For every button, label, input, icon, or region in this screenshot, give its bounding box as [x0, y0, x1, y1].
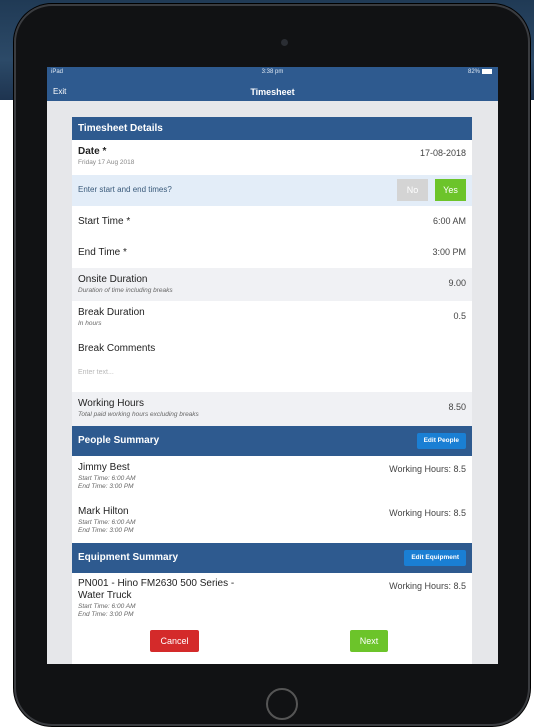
timesheet-card: Timesheet Details Date * Friday 17 Aug 2…: [72, 117, 472, 664]
working-hours-value: 8.50: [448, 402, 466, 412]
person-start-time: Start Time: 6:00 AM: [78, 475, 136, 482]
date-value: 17-08-2018: [419, 148, 466, 158]
page-title: Timesheet: [250, 87, 295, 97]
equipment-working-hours: Working Hours: 8.5: [389, 581, 466, 591]
break-duration-row[interactable]: Break Duration In hours 0.5: [72, 301, 472, 334]
equipment-name-line2: Water Truck: [78, 590, 132, 601]
end-time-label: End Time *: [78, 247, 127, 258]
person-end-time: End Time: 3:00 PM: [78, 527, 134, 534]
person-name: Mark Hilton: [78, 506, 129, 517]
next-button[interactable]: Next: [350, 630, 388, 652]
edit-equipment-button[interactable]: Edit Equipment: [404, 550, 466, 566]
cancel-button[interactable]: Cancel: [150, 630, 199, 652]
section-title: Equipment Summary: [78, 552, 179, 563]
onsite-duration-hint: Duration of time including breaks: [78, 287, 173, 294]
break-duration-label: Break Duration: [78, 307, 145, 318]
navigation-bar: iPad 3:38 pm 82% Exit Timesheet: [47, 67, 498, 101]
equipment-start-time: Start Time: 6:00 AM: [78, 603, 136, 610]
person-row[interactable]: Jimmy Best Start Time: 6:00 AM End Time:…: [72, 456, 472, 498]
onsite-duration-row: Onsite Duration Duration of time includi…: [72, 268, 472, 301]
person-row[interactable]: Mark Hilton Start Time: 6:00 AM End Time…: [72, 498, 472, 543]
equipment-name: PN001 - Hino FM2630 500 Series -: [78, 578, 235, 589]
section-title: People Summary: [78, 435, 160, 446]
person-working-hours: Working Hours: 8.5: [389, 464, 466, 474]
person-working-hours: Working Hours: 8.5: [389, 508, 466, 518]
end-time-value: 3:00 PM: [432, 247, 466, 257]
section-title: Timesheet Details: [78, 123, 163, 134]
working-hours-row: Working Hours Total paid working hours e…: [72, 392, 472, 426]
section-header-details: Timesheet Details: [72, 117, 472, 140]
yes-button[interactable]: Yes: [435, 179, 466, 201]
battery-indicator: 82%: [468, 69, 492, 75]
enter-times-row: Enter start and end times? No Yes: [72, 175, 472, 206]
onsite-duration-value: 9.00: [448, 278, 466, 288]
no-label: No: [406, 185, 419, 195]
front-camera: [281, 39, 288, 46]
person-start-time: Start Time: 6:00 AM: [78, 519, 136, 526]
onsite-duration-label: Onsite Duration: [78, 274, 148, 285]
status-bar: iPad 3:38 pm 82%: [47, 67, 498, 79]
section-header-equipment: Equipment Summary Edit Equipment: [72, 543, 472, 573]
equipment-row[interactable]: PN001 - Hino FM2630 500 Series - Water T…: [72, 573, 472, 625]
break-comments-row: Break Comments Enter text...: [72, 334, 472, 392]
enter-times-question: Enter start and end times?: [78, 185, 172, 194]
battery-percent: 82%: [467, 69, 480, 76]
break-duration-hint: In hours: [78, 320, 102, 327]
break-comments-input[interactable]: Enter text...: [78, 369, 114, 376]
home-button[interactable]: [266, 688, 298, 720]
edit-people-button[interactable]: Edit People: [416, 433, 466, 449]
break-comments-label: Break Comments: [78, 343, 156, 354]
app-screen: iPad 3:38 pm 82% Exit Timesheet Timeshee…: [47, 67, 498, 664]
working-hours-hint: Total paid working hours excluding break…: [78, 411, 199, 418]
start-time-label: Start Time *: [78, 216, 131, 227]
date-weekday: Friday 17 Aug 2018: [78, 159, 135, 166]
section-header-people: People Summary Edit People: [72, 426, 472, 456]
end-time-row[interactable]: End Time * 3:00 PM: [72, 237, 472, 268]
start-time-row[interactable]: Start Time * 6:00 AM: [72, 206, 472, 237]
start-time-value: 6:00 AM: [432, 216, 466, 226]
working-hours-label: Working Hours: [78, 398, 144, 409]
status-time: 3:38 pm: [261, 69, 284, 75]
equipment-end-time: End Time: 3:00 PM: [78, 611, 134, 618]
no-button[interactable]: No: [397, 179, 428, 201]
yes-label: Yes: [443, 185, 458, 195]
next-label: Next: [359, 636, 379, 646]
date-row[interactable]: Date * Friday 17 Aug 2018 17-08-2018: [72, 140, 472, 175]
person-name: Jimmy Best: [78, 462, 130, 473]
break-duration-value: 0.5: [453, 311, 466, 321]
person-end-time: End Time: 3:00 PM: [78, 483, 134, 490]
date-label: Date *: [78, 146, 107, 157]
battery-icon: [482, 69, 492, 74]
cancel-label: Cancel: [160, 636, 189, 646]
